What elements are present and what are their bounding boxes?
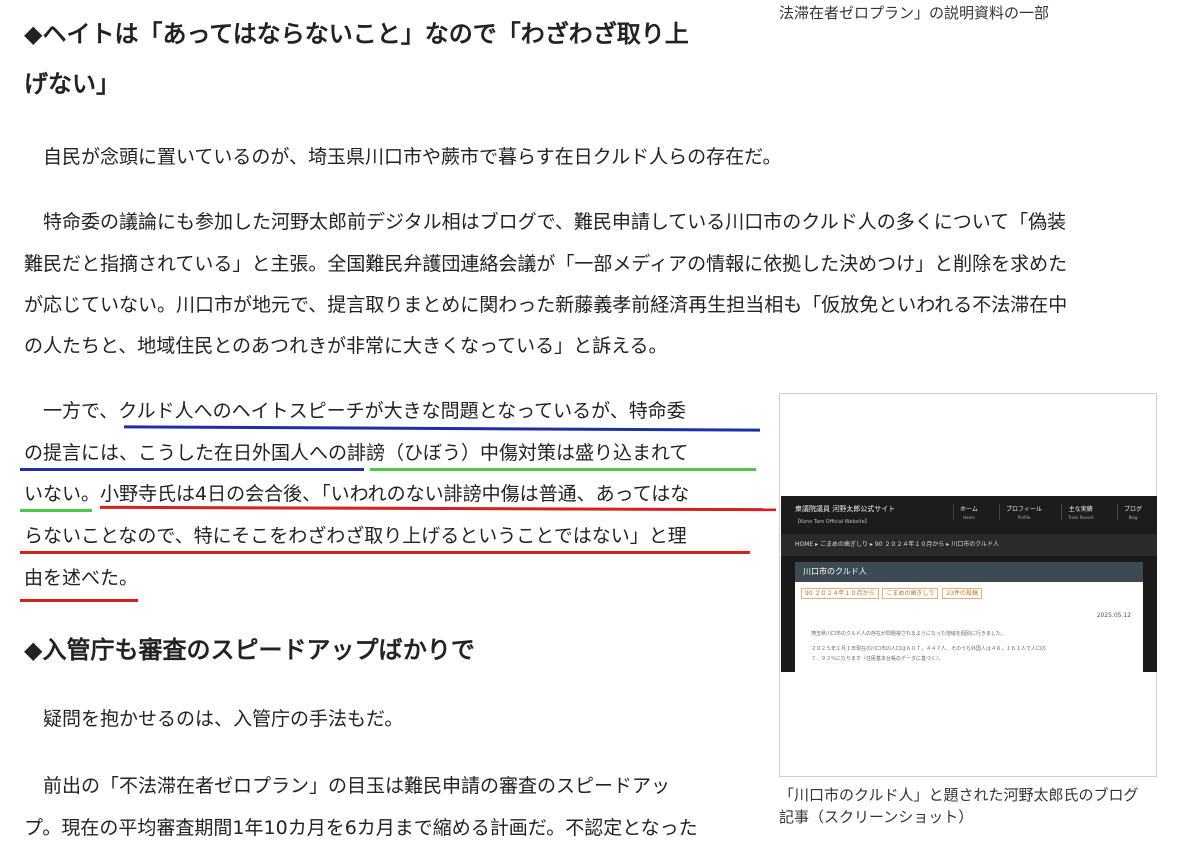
paragraph-line: 自民が念頭に置いているのが、埼玉県川口市や蕨市で暮らす在日クルド人らの存在だ。 (24, 146, 782, 168)
blog-screenshot-figure: 衆議院議員 河野太郎公式サイト 【Kono Taro Official Webs… (779, 393, 1157, 777)
figure-caption-line: 記事（スクリーンショット） (779, 808, 974, 826)
nav-label: ブログ (1124, 506, 1143, 513)
nav-label: プロフィール (1006, 506, 1042, 513)
blog-post-panel: 川口市のクルド人 90 ２０２４年１０月から ごまめの歯ぎしり 23件の投稿 2… (795, 562, 1143, 672)
blog-site-subtitle: 【Kono Taro Official Website】 (795, 519, 870, 525)
blog-nav-track-record: 主な実績 Track Record (1061, 504, 1094, 520)
paragraph-line: いない。小野寺氏は4日の会合後、「いわれのない誹謗中傷は普通、あってはな (24, 483, 690, 505)
green-underline (370, 468, 756, 471)
blog-nav-profile: プロフィール Profile (999, 504, 1042, 520)
paragraph-line: 由を述べた。 (24, 567, 139, 589)
paragraph-line: 特命委の議論にも参加した河野太郎前デジタル相はブログで、難民申請している川口市の… (24, 211, 1067, 233)
paragraph-line: の提言には、こうした在日外国人への誹謗（ひぼう）中傷対策は盛り込まれて (24, 442, 689, 464)
blog-nav-home: ホーム Home (953, 504, 978, 520)
blog-post-text-line: ２０２５年１月１日現在の川口市の人口は６０７，４４７人、そのうち外国人は４８，１… (811, 646, 1047, 652)
blog-post-text-line: ７．９３％になります（住民基本台帳のデータに基づく）。 (811, 656, 944, 662)
paragraph-line: の人たちと、地域住民とのあつれきが非常に大きくなっている」と訴える。 (24, 335, 668, 357)
blog-post-text-line: 埼玉県川口市のクルド人の存在が問題視されるようになった地域を個別に行きました。 (811, 631, 1006, 637)
nav-label: ホーム (960, 506, 978, 513)
blog-tag: 90 ２０２４年１０月から (801, 588, 879, 599)
blog-post-tags: 90 ２０２４年１０月から ごまめの歯ぎしり 23件の投稿 (801, 588, 984, 599)
paragraph-line: らないことなので、特にそこをわざわざ取り上げるということではない」と理 (24, 525, 687, 547)
section-heading-hate-line2: げない」 (24, 70, 120, 98)
blue-underline (20, 468, 364, 471)
blog-breadcrumb: HOME ▸ ごまめの歯ぎしり ▸ 90 ２０２４年１０月から ▸ 川口市のクル… (781, 534, 1157, 556)
blog-header: 衆議院議員 河野太郎公式サイト 【Kono Taro Official Webs… (781, 496, 1157, 534)
blog-tag: ごまめの歯ぎしり (882, 588, 939, 599)
section-heading-immigration: ◆入管庁も審査のスピードアップばかりで (24, 636, 475, 664)
paragraph-line: プ。現在の平均審査期間1年10カ月を6カ月まで縮める計画だ。不認定となった (24, 817, 698, 839)
blog-post-date: 2025.05.12 (1096, 612, 1131, 619)
blog-post-title: 川口市のクルド人 (795, 562, 1143, 582)
blog-tag: 23件の投稿 (942, 588, 983, 599)
red-underline (20, 551, 750, 554)
red-underline (20, 599, 138, 602)
paragraph-line: が応じていない。川口市が地元で、提言取りまとめに関わった新藤義孝前経済再生担当相… (24, 294, 1068, 316)
paragraph-line: 一方で、クルド人へのヘイトスピーチが大きな問題となっているが、特命委 (24, 400, 686, 422)
blue-underline (123, 425, 761, 432)
paragraph-line: 疑問を抱かせるのは、入管庁の手法もだ。 (24, 708, 404, 730)
green-underline (20, 509, 92, 512)
nav-sublabel: Profile (1017, 515, 1031, 520)
nav-sublabel: Track Record (1068, 515, 1094, 520)
figure-caption: 「川口市のクルド人」と題された河野太郎氏のブログ 記事（スクリーンショット） (779, 784, 1139, 828)
blog-site-name: 衆議院議員 河野太郎公式サイト (795, 505, 896, 513)
top-image-caption: 法滞在者ゼロプラン」の説明資料の一部 (779, 4, 1050, 22)
section-heading-hate: ◆ヘイトは「あってはならないこと」なので「わざわざ取り上 (24, 20, 689, 48)
nav-sublabel: Home (963, 515, 975, 520)
nav-label: 主な実績 (1068, 506, 1093, 513)
figure-caption-line: 「川口市のクルド人」と題された河野太郎氏のブログ (779, 786, 1139, 804)
blog-nav-blog: ブログ Blog (1117, 504, 1142, 520)
blog-screenshot-image: 衆議院議員 河野太郎公式サイト 【Kono Taro Official Webs… (781, 496, 1157, 672)
paragraph-line: 難民だと指摘されている」と主張。全国難民弁護団連絡会議が「一部メディアの情報に依… (24, 253, 1068, 275)
blog-body: 川口市のクルド人 90 ２０２４年１０月から ごまめの歯ぎしり 23件の投稿 2… (781, 556, 1157, 672)
nav-sublabel: Blog (1128, 515, 1138, 520)
paragraph-line: 前出の「不法滞在者ゼロプラン」の目玉は難民申請の審査のスピードアッ (24, 775, 671, 797)
